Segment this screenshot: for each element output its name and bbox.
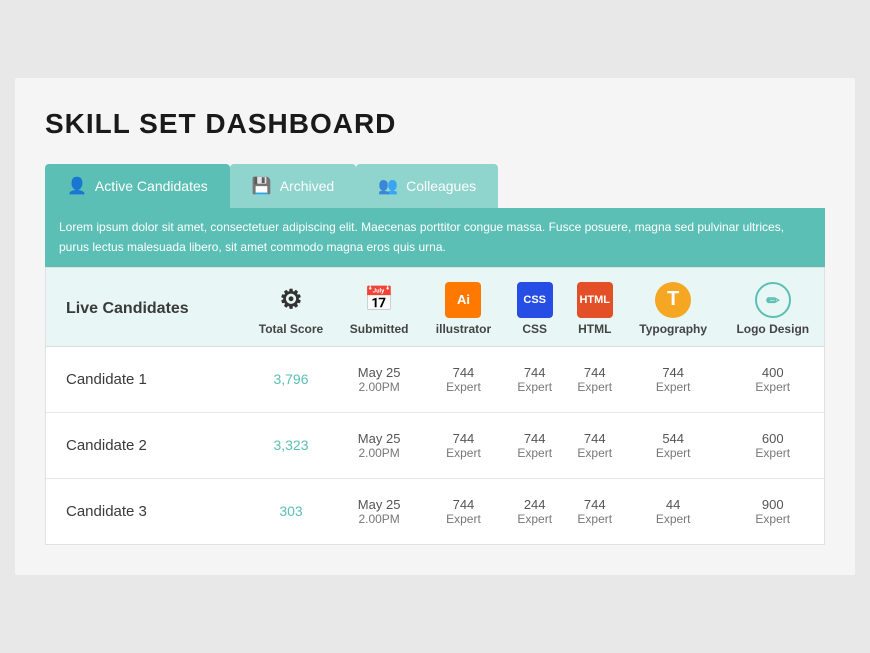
col-typography: T Typography <box>625 268 722 347</box>
col-logo-design: ✏ Logo Design <box>722 268 824 347</box>
candidate-2-name: Candidate 2 <box>46 412 246 478</box>
col-html: HTML HTML <box>565 268 625 347</box>
calendar-icon: 📅 <box>361 282 397 318</box>
candidate-2-submitted: May 25 2.00PM <box>336 412 422 478</box>
col-css: CSS CSS <box>505 268 565 347</box>
candidate-3-html: 744 Expert <box>565 478 625 544</box>
col-submitted: 📅 Submitted <box>336 268 422 347</box>
table-row: Candidate 2 3,323 May 25 2.00PM 744 Expe… <box>46 412 824 478</box>
archive-icon: 💾 <box>252 176 272 196</box>
tabs-bar: 👤 Active Candidates 💾 Archived 👥 Colleag… <box>45 164 825 208</box>
page-title: Skill Set Dashboard <box>45 108 825 140</box>
table-row: Candidate 3 303 May 25 2.00PM 744 Expert… <box>46 478 824 544</box>
candidate-2-css: 744 Expert <box>505 412 565 478</box>
tab-archived[interactable]: 💾 Archived <box>230 164 356 208</box>
col-total-score: ⚙ Total Score <box>246 268 336 347</box>
candidate-1-css: 744 Expert <box>505 346 565 412</box>
person-icon: 👤 <box>67 176 87 196</box>
candidate-3-score: 303 <box>246 478 336 544</box>
candidate-1-logo: 400 Expert <box>722 346 824 412</box>
candidate-1-html: 744 Expert <box>565 346 625 412</box>
tab-archived-label: Archived <box>280 178 334 194</box>
candidate-3-submitted: May 25 2.00PM <box>336 478 422 544</box>
col-live-candidates: Live Candidates <box>46 268 246 347</box>
candidate-1-submitted: May 25 2.00PM <box>336 346 422 412</box>
candidate-3-name: Candidate 3 <box>46 478 246 544</box>
tab-active-label: Active Candidates <box>95 178 208 194</box>
candidate-1-illustrator: 744 Expert <box>422 346 504 412</box>
tab-colleagues[interactable]: 👥 Colleagues <box>356 164 498 208</box>
candidate-1-name: Candidate 1 <box>46 346 246 412</box>
candidate-2-score: 3,323 <box>246 412 336 478</box>
table-row: Candidate 1 3,796 May 25 2.00PM 744 Expe… <box>46 346 824 412</box>
skill-table-wrapper: Live Candidates ⚙ Total Score 📅 Submitte… <box>45 267 825 545</box>
typography-icon: T <box>655 282 691 318</box>
candidate-1-score: 3,796 <box>246 346 336 412</box>
candidate-3-typography: 44 Expert <box>625 478 722 544</box>
skill-table: Live Candidates ⚙ Total Score 📅 Submitte… <box>46 268 824 544</box>
candidate-2-illustrator: 744 Expert <box>422 412 504 478</box>
col-illustrator: Ai illustrator <box>422 268 504 347</box>
svg-text:✏: ✏ <box>766 293 780 310</box>
candidate-3-illustrator: 744 Expert <box>422 478 504 544</box>
candidate-2-html: 744 Expert <box>565 412 625 478</box>
html-icon: HTML <box>577 282 613 318</box>
tab-active-candidates[interactable]: 👤 Active Candidates <box>45 164 230 208</box>
candidate-2-logo: 600 Expert <box>722 412 824 478</box>
description-bar: Lorem ipsum dolor sit amet, consectetuer… <box>45 208 825 266</box>
logo-design-icon: ✏ <box>755 282 791 318</box>
css-icon: CSS <box>517 282 553 318</box>
candidate-3-css: 244 Expert <box>505 478 565 544</box>
table-header-row: Live Candidates ⚙ Total Score 📅 Submitte… <box>46 268 824 347</box>
group-icon: 👥 <box>378 176 398 196</box>
speedometer-icon: ⚙ <box>273 282 309 318</box>
candidate-3-logo: 900 Expert <box>722 478 824 544</box>
ai-icon: Ai <box>445 282 481 318</box>
dashboard-container: Skill Set Dashboard 👤 Active Candidates … <box>15 78 855 574</box>
description-text: Lorem ipsum dolor sit amet, consectetuer… <box>59 220 784 253</box>
candidate-2-typography: 544 Expert <box>625 412 722 478</box>
tab-colleagues-label: Colleagues <box>406 178 476 194</box>
candidate-1-typography: 744 Expert <box>625 346 722 412</box>
